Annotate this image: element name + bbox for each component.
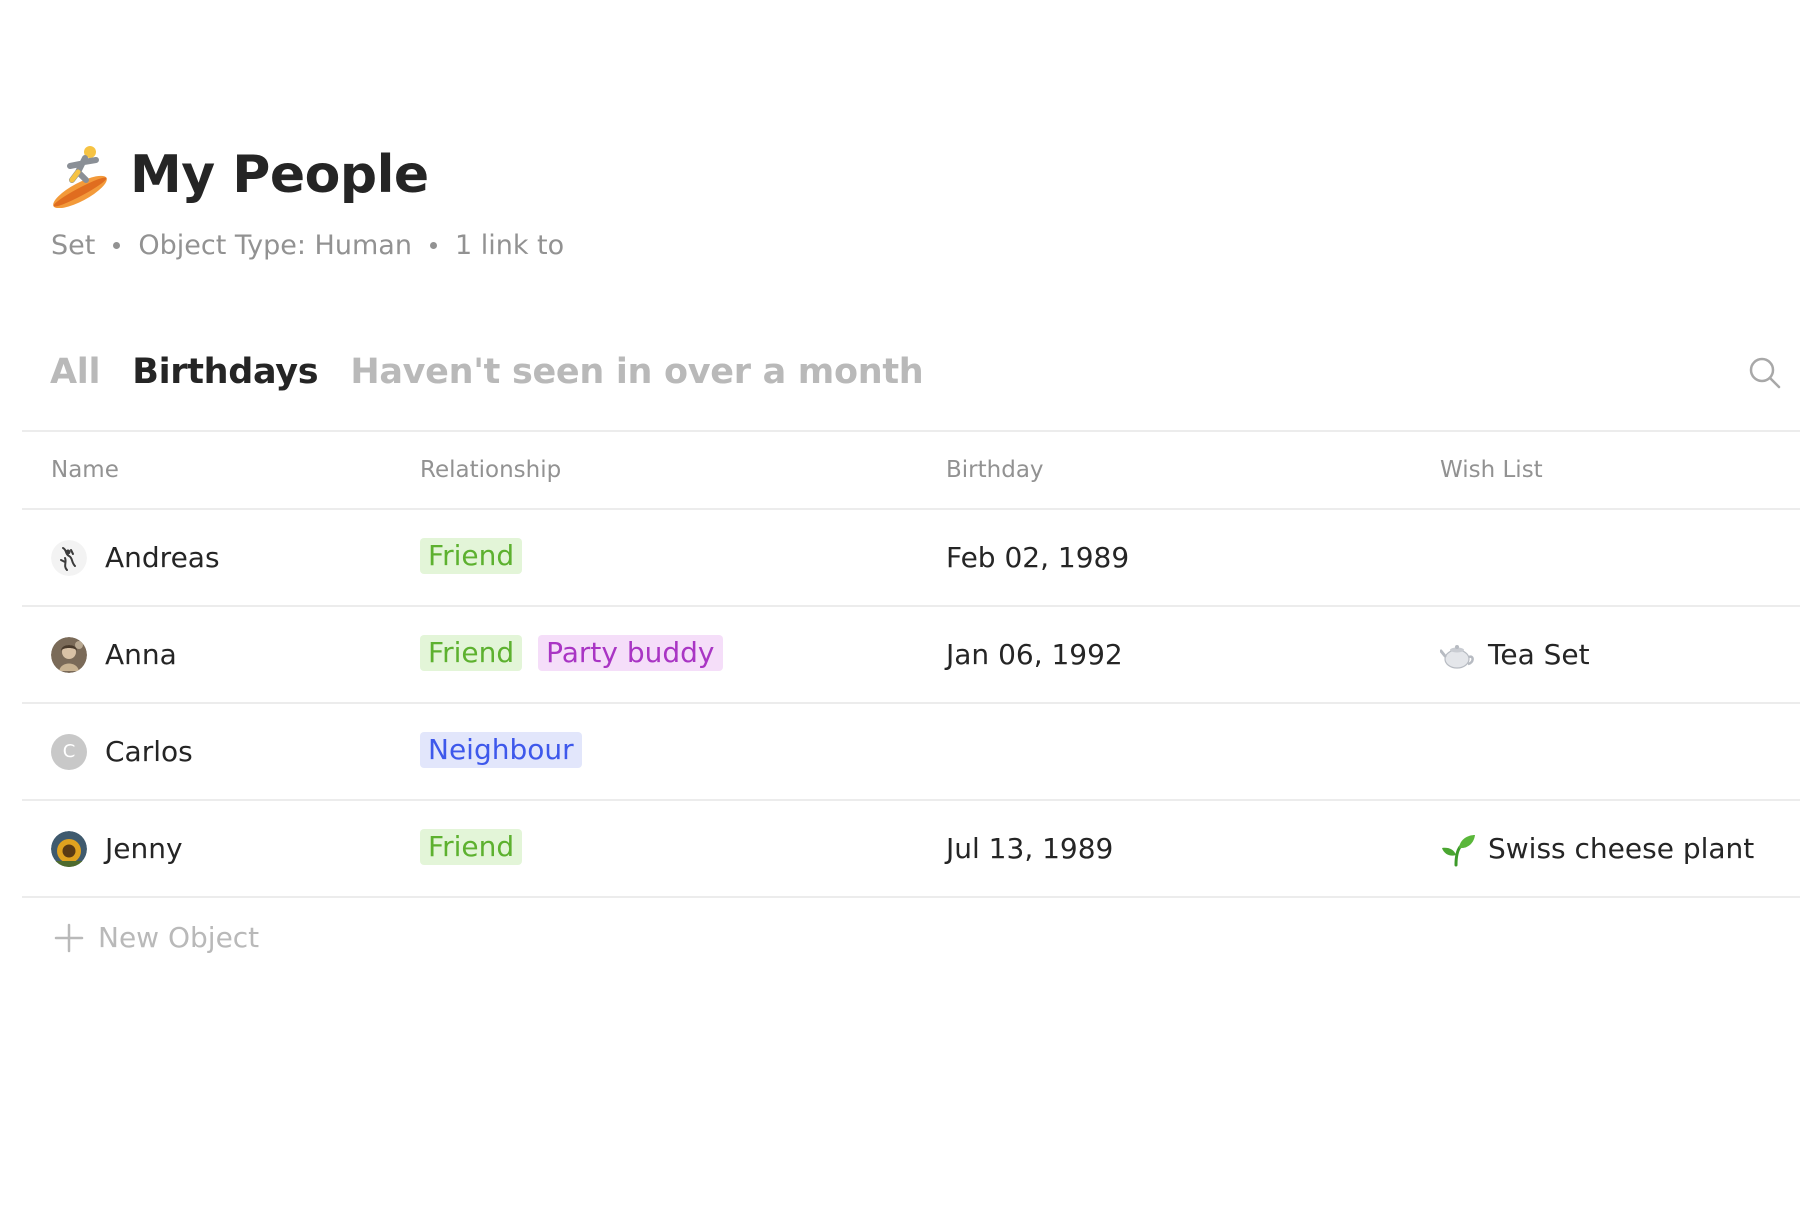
column-header-relationship[interactable]: Relationship	[420, 432, 561, 508]
new-object-button[interactable]: New Object	[54, 921, 259, 954]
relationship-cell[interactable]: Friend	[420, 801, 538, 896]
relationship-tag: Party buddy	[538, 634, 723, 671]
sketch-avatar	[51, 539, 87, 576]
page-title[interactable]: My People	[130, 145, 429, 205]
table-row[interactable]: Anna Friend Party buddy Jan 06, 1992 Tea…	[22, 605, 1800, 702]
relationship-cell[interactable]: Friend	[420, 510, 538, 605]
relationship-tag: Friend	[420, 537, 523, 574]
search-icon[interactable]	[1748, 356, 1782, 390]
relationship-tag: Friend	[420, 634, 523, 671]
table-row[interactable]: Andreas Friend Feb 02, 1989	[22, 508, 1800, 605]
row-name[interactable]: Carlos	[105, 735, 193, 768]
new-object-label: New Object	[98, 921, 260, 954]
avatar-letter: C	[62, 741, 76, 762]
name-cell[interactable]: Anna	[51, 607, 177, 702]
birthday-cell[interactable]: Jan 06, 1992	[946, 607, 1123, 702]
meta-links[interactable]: 1 link to	[455, 230, 564, 261]
table-row[interactable]: C Carlos Neighbour	[22, 702, 1800, 799]
birthday-value: Jul 13, 1989	[946, 832, 1114, 865]
column-header-wish-list[interactable]: Wish List	[1440, 432, 1543, 508]
wish-item-label[interactable]: Tea Set	[1488, 638, 1590, 671]
relationship-tag: Neighbour	[420, 731, 582, 768]
name-cell[interactable]: Andreas	[51, 510, 220, 605]
meta-object-type[interactable]: Object Type: Human	[138, 230, 412, 261]
birthday-value: Feb 02, 1989	[946, 541, 1130, 574]
row-name[interactable]: Andreas	[105, 541, 220, 574]
relationship-cell[interactable]: Friend Party buddy	[420, 607, 739, 702]
column-header-name[interactable]: Name	[51, 432, 119, 508]
wish-list-cell[interactable]: Swiss cheese plant	[1440, 801, 1754, 896]
relationship-tag: Friend	[420, 828, 523, 865]
tab-havent-seen[interactable]: Haven't seen in over a month	[350, 352, 923, 392]
meta-separator	[113, 242, 121, 249]
data-table: Name Relationship Birthday Wish List And…	[22, 430, 1800, 898]
view-tabs: All Birthdays Haven't seen in over a mon…	[50, 352, 924, 392]
name-cell[interactable]: Jenny	[51, 801, 183, 896]
relationship-cell[interactable]: Neighbour	[420, 704, 598, 799]
wish-item-label[interactable]: Swiss cheese plant	[1488, 832, 1754, 865]
meta-separator	[429, 242, 437, 249]
birthday-value: Jan 06, 1992	[946, 638, 1123, 671]
object-meta: Set Object Type: Human 1 link to	[51, 230, 564, 261]
name-cell[interactable]: C Carlos	[51, 704, 193, 799]
plus-icon	[54, 923, 84, 952]
birthday-cell[interactable]: Jul 13, 1989	[946, 801, 1113, 896]
teapot-icon	[1440, 644, 1474, 669]
wish-list-cell[interactable]: Tea Set	[1440, 607, 1590, 702]
letter-avatar: C	[51, 733, 87, 770]
birthday-cell[interactable]: Feb 02, 1989	[946, 510, 1129, 605]
column-header-birthday[interactable]: Birthday	[946, 432, 1044, 508]
photo-avatar	[51, 636, 87, 673]
sunflower-avatar	[51, 830, 87, 867]
seedling-icon	[1442, 834, 1475, 866]
title-row: My People	[50, 142, 429, 208]
meta-set: Set	[51, 230, 96, 261]
page: My People Set Object Type: Human 1 link …	[0, 0, 1800, 1208]
table-header: Name Relationship Birthday Wish List	[22, 430, 1800, 508]
table-row[interactable]: Jenny Friend Jul 13, 1989 Swiss cheese p…	[22, 799, 1800, 898]
tab-all[interactable]: All	[50, 352, 100, 392]
row-name[interactable]: Jenny	[105, 832, 183, 865]
surfer-icon[interactable]	[50, 142, 116, 208]
tab-birthdays[interactable]: Birthdays	[132, 352, 318, 392]
row-name[interactable]: Anna	[105, 638, 177, 671]
